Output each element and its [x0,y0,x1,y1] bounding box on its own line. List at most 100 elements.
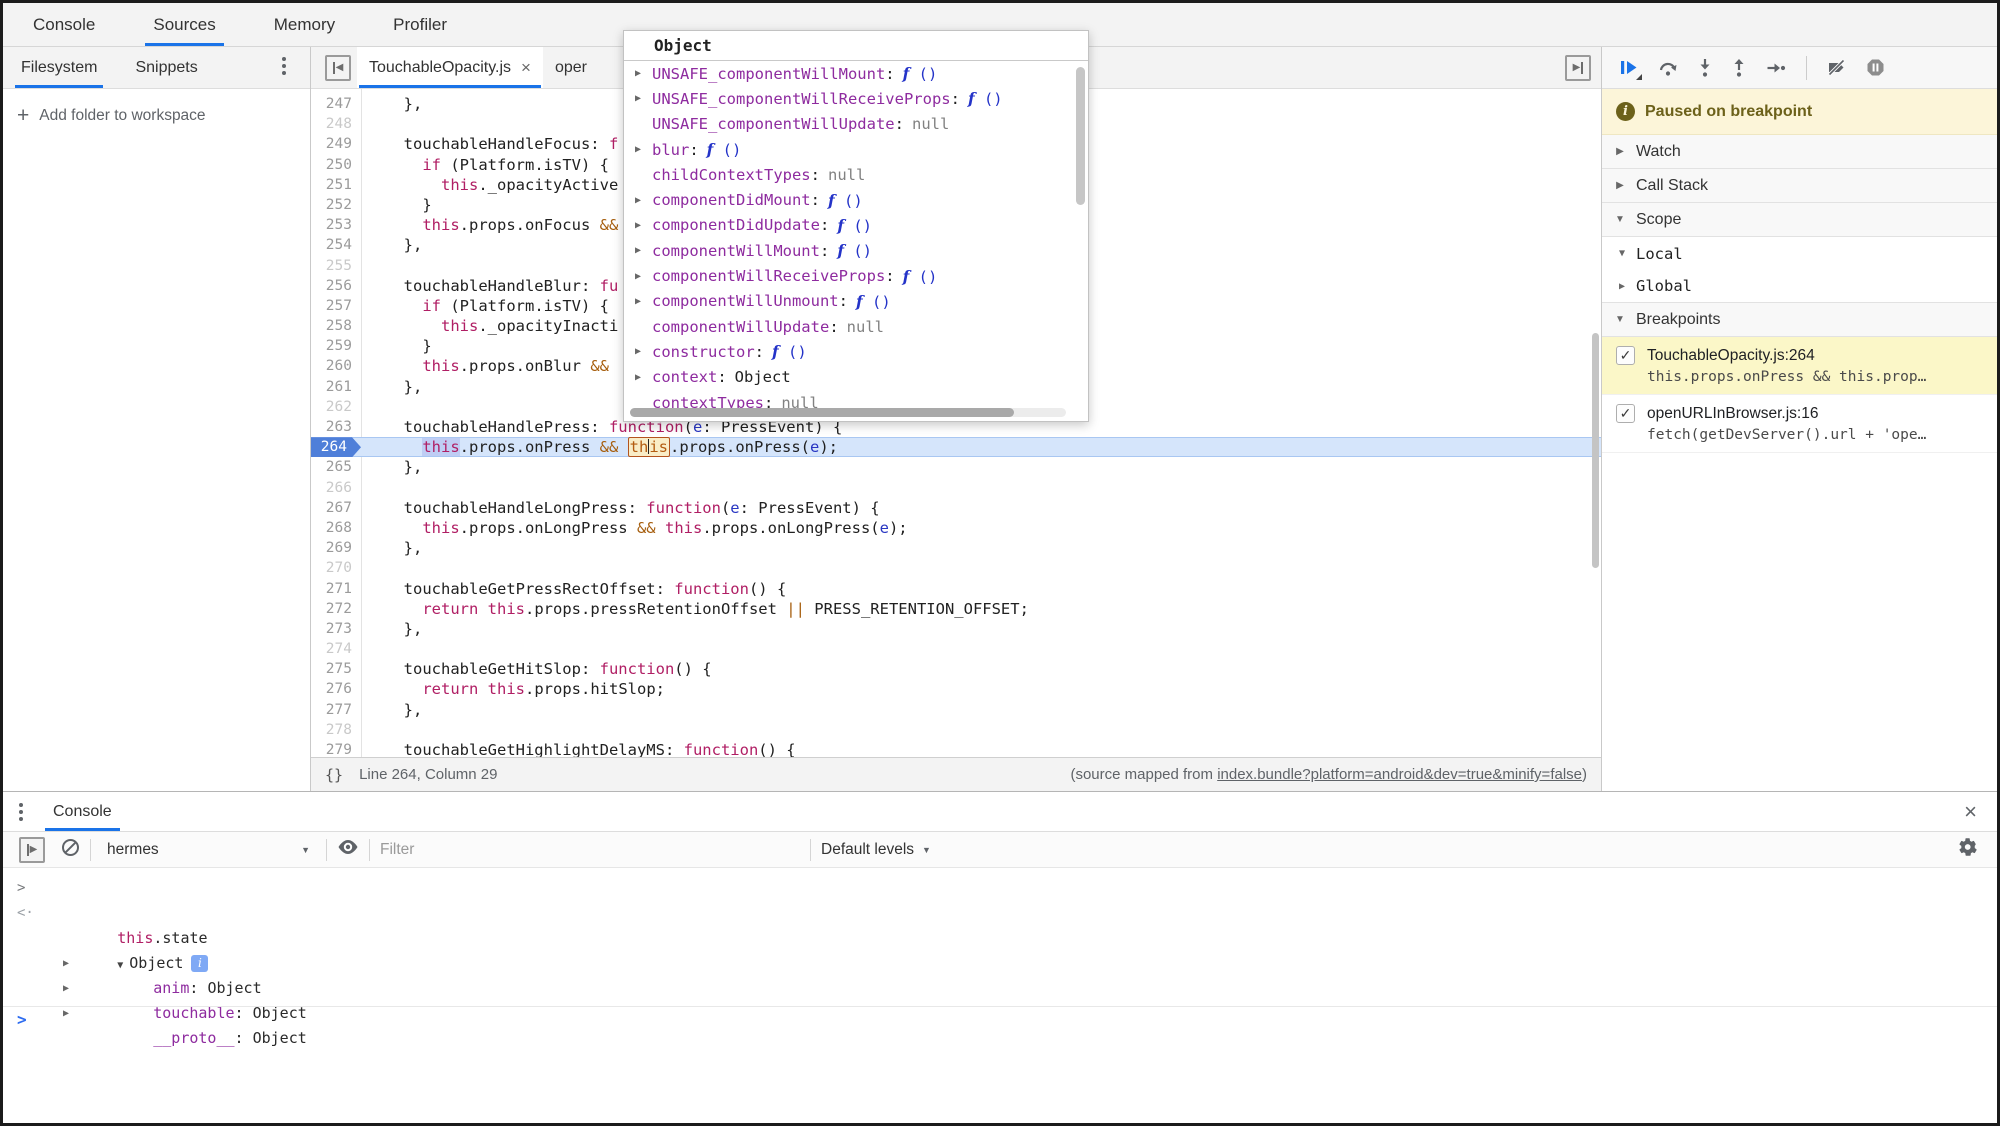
line-number[interactable]: 260 [311,356,361,376]
line-number[interactable]: 262 [311,397,361,417]
popup-property-row[interactable]: ▶ componentDidUpdate: f () [624,213,1088,238]
popup-property-row[interactable]: ▶ componentWillUnmount: f () [624,289,1088,314]
code-text[interactable]: }, [361,619,1601,639]
popup-property-row[interactable]: ▶ componentWillReceiveProps: f () [624,263,1088,288]
code-text[interactable] [361,478,1601,498]
line-number[interactable]: 257 [311,296,361,316]
code-text[interactable]: this.props.onLongPress && this.props.onL… [361,518,1601,538]
breakpoint-checkbox[interactable]: ✓ [1616,404,1635,423]
filter-input[interactable] [380,840,800,859]
step-into-button[interactable] [1698,58,1712,78]
breakpoint-item[interactable]: ✓ TouchableOpacity.js:264 this.props.onP… [1602,337,1997,395]
context-selector[interactable]: hermes ▼ [101,841,316,859]
editor-scrollbar[interactable] [1592,333,1599,568]
eye-icon[interactable] [337,839,359,860]
chevron-right-icon[interactable]: ▶ [632,220,644,231]
popup-vertical-scrollbar[interactable] [1076,67,1085,205]
code-text[interactable]: }, [361,538,1601,558]
chevron-right-icon[interactable]: ▶ [632,372,644,383]
toggle-debugger-sidebar-icon[interactable]: ▶ [1565,54,1591,81]
line-number[interactable]: 253 [311,215,361,235]
step-over-button[interactable] [1658,59,1678,77]
add-folder-button[interactable]: + Add folder to workspace [3,89,310,126]
line-number[interactable]: 255 [311,256,361,276]
pretty-print-icon[interactable]: {} [325,766,343,784]
chevron-right-icon[interactable]: ▶ [632,271,644,282]
chevron-right-icon[interactable]: ▶ [632,68,644,79]
close-tab-icon[interactable]: × [521,58,531,78]
popup-property-row[interactable]: UNSAFE_componentWillUpdate: null [624,112,1088,137]
chevron-right-icon[interactable]: ▶ [632,296,644,307]
scope-local[interactable]: ▼ Local [1602,237,1997,270]
line-number[interactable]: 272 [311,599,361,619]
log-levels-dropdown[interactable]: Default levels ▼ [821,841,931,859]
breakpoint-item[interactable]: ✓ openURLInBrowser.js:16 fetch(getDevSer… [1602,395,1997,453]
pause-on-exceptions-button[interactable] [1866,58,1885,77]
console-prompt[interactable]: > [3,1006,1997,1031]
drawer-menu-icon[interactable] [19,802,23,821]
close-drawer-icon[interactable]: × [1964,799,1977,825]
tab-console[interactable]: Console [17,3,111,46]
line-number[interactable]: 279 [311,740,361,757]
object-property-row[interactable]: ▶ anim: Object [3,926,1997,997]
line-number[interactable]: 268 [311,518,361,538]
code-text[interactable]: touchableGetHighlightDelayMS: function()… [361,740,1601,757]
show-console-sidebar-icon[interactable]: ▶ [19,836,45,863]
tab-profiler[interactable]: Profiler [377,3,463,46]
popup-property-row[interactable]: ▶ blur: f () [624,137,1088,162]
line-number[interactable]: 276 [311,679,361,699]
popup-property-row[interactable]: ▶ UNSAFE_componentWillReceiveProps: f () [624,86,1088,111]
line-number[interactable]: 250 [311,155,361,175]
line-number[interactable]: 269 [311,538,361,558]
object-property-row[interactable]: ▶ __proto__: Object [3,976,1997,1047]
chevron-right-icon[interactable]: ▶ [632,93,644,104]
code-text[interactable]: return this.props.hitSlop; [361,679,1601,699]
console-output[interactable]: > this.state <· ▼ Object i ▶ anim: Object … [3,868,1997,1123]
popup-property-row[interactable]: ▶ UNSAFE_componentWillMount: f () [624,61,1088,86]
line-number[interactable]: 278 [311,720,361,740]
chevron-right-icon[interactable]: ▶ [632,195,644,206]
code-text[interactable]: touchableGetHitSlop: function() { [361,659,1601,679]
chevron-right-icon[interactable]: ▶ [632,346,644,357]
code-text[interactable]: touchableHandleLongPress: function(e: Pr… [361,498,1601,518]
section-breakpoints[interactable]: ▼ Breakpoints [1602,303,1997,337]
resume-button[interactable] [1618,58,1642,80]
line-number[interactable]: 266 [311,478,361,498]
console-settings-gear-icon[interactable] [1957,837,1977,862]
code-text[interactable]: this.props.onPress && this .props.onPress… [361,437,1601,458]
line-number[interactable]: 259 [311,336,361,356]
section-watch[interactable]: ▶ Watch [1602,135,1997,169]
code-text[interactable] [361,558,1601,578]
source-map-link[interactable]: index.bundle?platform=android&dev=true&m… [1217,766,1582,783]
code-text[interactable]: }, [361,700,1601,720]
line-number[interactable]: 248 [311,114,361,134]
popup-property-row[interactable]: ▶ constructor: f () [624,339,1088,364]
breakpoint-checkbox[interactable]: ✓ [1616,346,1635,365]
chevron-right-icon[interactable]: ▶ [632,144,644,155]
line-number[interactable]: 261 [311,377,361,397]
popup-property-row[interactable]: childContextTypes: null [624,162,1088,187]
line-number[interactable]: 247 [311,94,361,114]
line-number[interactable]: 270 [311,558,361,578]
tab-sources[interactable]: Sources [137,3,231,46]
clear-console-icon[interactable] [61,838,80,862]
deactivate-breakpoints-button[interactable] [1827,59,1846,76]
code-text[interactable] [361,720,1601,740]
line-number[interactable]: 254 [311,235,361,255]
line-number[interactable]: 274 [311,639,361,659]
line-number[interactable]: 251 [311,175,361,195]
scope-global[interactable]: ▶ Global [1602,270,1997,303]
tab-console-drawer[interactable]: Console [45,792,120,831]
code-text[interactable]: return this.props.pressRetentionOffset |… [361,599,1601,619]
popup-property-row[interactable]: componentWillUpdate: null [624,314,1088,339]
console-result-row[interactable]: <· ▼ Object i [3,901,1997,972]
line-number[interactable]: 267 [311,498,361,518]
tab-snippets[interactable]: Snippets [123,47,209,88]
section-call-stack[interactable]: ▶ Call Stack [1602,169,1997,203]
more-tabs-icon[interactable] [276,55,292,77]
line-number[interactable]: 265 [311,457,361,477]
line-number[interactable]: 273 [311,619,361,639]
popup-property-row[interactable]: ▶ context: Object [624,365,1088,390]
code-text[interactable] [361,639,1601,659]
popup-horizontal-scrollbar[interactable] [630,408,1066,417]
